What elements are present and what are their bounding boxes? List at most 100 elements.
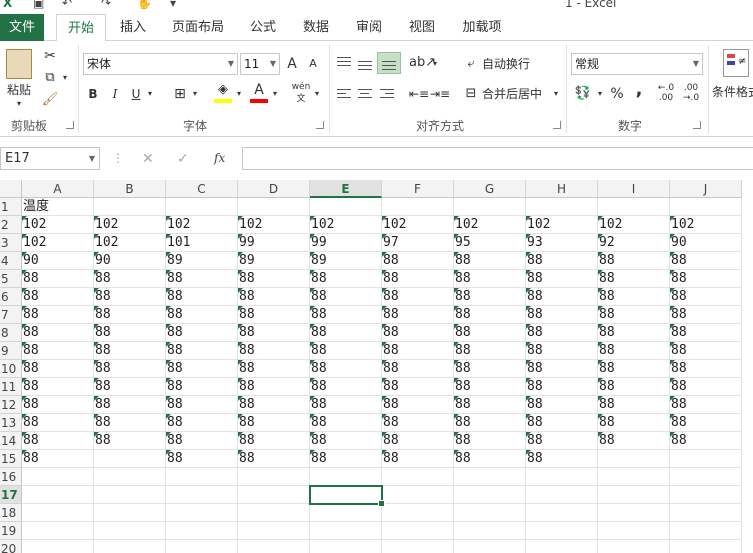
cell-e4[interactable]: 89 bbox=[310, 252, 382, 270]
cell-d5[interactable]: 88 bbox=[238, 270, 310, 288]
cell-h5[interactable]: 88 bbox=[526, 270, 598, 288]
cell-h1[interactable] bbox=[526, 198, 598, 216]
merge-center-icon[interactable]: ⊟ bbox=[462, 83, 480, 105]
row-header-6[interactable]: 6 bbox=[0, 288, 22, 306]
column-header-a[interactable]: A bbox=[22, 180, 94, 198]
cell-e3[interactable]: 99 bbox=[310, 234, 382, 252]
row-header-20[interactable]: 20 bbox=[0, 540, 22, 553]
cell-c8[interactable]: 88 bbox=[166, 324, 238, 342]
cell-j16[interactable] bbox=[670, 468, 742, 486]
increase-decimal-icon[interactable]: ←.0.00 bbox=[655, 83, 677, 105]
cell-e13[interactable]: 88 bbox=[310, 414, 382, 432]
cell-a1[interactable]: 温度 bbox=[22, 198, 94, 216]
cell-d13[interactable]: 88 bbox=[238, 414, 310, 432]
cell-a11[interactable]: 88 bbox=[22, 378, 94, 396]
cell-a17[interactable] bbox=[22, 486, 94, 504]
cell-d7[interactable]: 88 bbox=[238, 306, 310, 324]
align-right-icon[interactable] bbox=[380, 89, 394, 101]
cell-h4[interactable]: 88 bbox=[526, 252, 598, 270]
merge-center-button[interactable]: 合并后居中 bbox=[482, 83, 550, 105]
merge-dropdown-icon[interactable]: ▾ bbox=[551, 83, 561, 105]
fill-color-icon[interactable]: ◈ bbox=[214, 81, 232, 103]
wrap-text-icon[interactable]: ⤶ bbox=[462, 53, 480, 75]
cell-g13[interactable]: 88 bbox=[454, 414, 526, 432]
cell-b17[interactable] bbox=[94, 486, 166, 504]
cell-g15[interactable]: 88 bbox=[454, 450, 526, 468]
cell-b16[interactable] bbox=[94, 468, 166, 486]
borders-icon[interactable]: ⊞ bbox=[172, 83, 188, 105]
cell-h2[interactable]: 102 bbox=[526, 216, 598, 234]
cell-j2[interactable]: 102 bbox=[670, 216, 742, 234]
cell-f4[interactable]: 88 bbox=[382, 252, 454, 270]
name-box[interactable]: E17 ▼ bbox=[0, 147, 100, 170]
cell-d3[interactable]: 99 bbox=[238, 234, 310, 252]
italic-button[interactable]: I bbox=[107, 83, 123, 105]
cell-b6[interactable]: 88 bbox=[94, 288, 166, 306]
bottom-align-button[interactable] bbox=[377, 52, 401, 74]
cell-d12[interactable]: 88 bbox=[238, 396, 310, 414]
align-left-icon[interactable] bbox=[337, 89, 351, 101]
cell-a16[interactable] bbox=[22, 468, 94, 486]
formula-bar-grip-icon[interactable]: ⋮ bbox=[112, 151, 124, 165]
row-header-2[interactable]: 2 bbox=[0, 216, 22, 234]
cell-g8[interactable]: 88 bbox=[454, 324, 526, 342]
row-header-19[interactable]: 19 bbox=[0, 522, 22, 540]
cell-h16[interactable] bbox=[526, 468, 598, 486]
cell-f13[interactable]: 88 bbox=[382, 414, 454, 432]
cell-i10[interactable]: 88 bbox=[598, 360, 670, 378]
save-icon[interactable]: ▣ bbox=[33, 0, 44, 10]
column-header-g[interactable]: G bbox=[454, 180, 526, 198]
cell-g2[interactable]: 102 bbox=[454, 216, 526, 234]
number-launcher-icon[interactable] bbox=[693, 121, 701, 129]
font-name-combo[interactable]: 宋体 ▼ bbox=[83, 53, 238, 75]
phonetic-dropdown-icon[interactable]: ▾ bbox=[312, 83, 322, 105]
cell-a2[interactable]: 102 bbox=[22, 216, 94, 234]
cell-d15[interactable]: 88 bbox=[238, 450, 310, 468]
cell-a3[interactable]: 102 bbox=[22, 234, 94, 252]
cell-e12[interactable]: 88 bbox=[310, 396, 382, 414]
increase-indent-icon[interactable]: ⇥≡ bbox=[430, 83, 450, 105]
cell-e8[interactable]: 88 bbox=[310, 324, 382, 342]
font-color-icon[interactable]: A bbox=[250, 81, 268, 103]
cell-h9[interactable]: 88 bbox=[526, 342, 598, 360]
cell-g4[interactable]: 88 bbox=[454, 252, 526, 270]
accounting-format-icon[interactable]: 💱 bbox=[573, 83, 593, 105]
cell-a9[interactable]: 88 bbox=[22, 342, 94, 360]
cell-a4[interactable]: 90 bbox=[22, 252, 94, 270]
cell-d8[interactable]: 88 bbox=[238, 324, 310, 342]
cell-e15[interactable]: 88 bbox=[310, 450, 382, 468]
cell-j17[interactable] bbox=[670, 486, 742, 504]
cell-i7[interactable]: 88 bbox=[598, 306, 670, 324]
cell-g20[interactable] bbox=[454, 540, 526, 553]
cell-j1[interactable] bbox=[670, 198, 742, 216]
cell-h20[interactable] bbox=[526, 540, 598, 553]
copy-dropdown-icon[interactable]: ▾ bbox=[60, 67, 70, 89]
cell-g6[interactable]: 88 bbox=[454, 288, 526, 306]
cell-f14[interactable]: 88 bbox=[382, 432, 454, 450]
cell-i6[interactable]: 88 bbox=[598, 288, 670, 306]
cell-a12[interactable]: 88 bbox=[22, 396, 94, 414]
cell-f12[interactable]: 88 bbox=[382, 396, 454, 414]
cell-g10[interactable]: 88 bbox=[454, 360, 526, 378]
cell-g16[interactable] bbox=[454, 468, 526, 486]
row-header-8[interactable]: 8 bbox=[0, 324, 22, 342]
row-header-10[interactable]: 10 bbox=[0, 360, 22, 378]
cell-j19[interactable] bbox=[670, 522, 742, 540]
cell-f8[interactable]: 88 bbox=[382, 324, 454, 342]
cell-e11[interactable]: 88 bbox=[310, 378, 382, 396]
column-header-j[interactable]: J bbox=[670, 180, 742, 198]
cell-e5[interactable]: 88 bbox=[310, 270, 382, 288]
cell-c10[interactable]: 88 bbox=[166, 360, 238, 378]
cell-h6[interactable]: 88 bbox=[526, 288, 598, 306]
cell-h8[interactable]: 88 bbox=[526, 324, 598, 342]
shrink-font-button[interactable]: A bbox=[305, 53, 321, 75]
tab-formulas[interactable]: 公式 bbox=[240, 14, 286, 41]
cell-g11[interactable]: 88 bbox=[454, 378, 526, 396]
cell-i18[interactable] bbox=[598, 504, 670, 522]
cell-a7[interactable]: 88 bbox=[22, 306, 94, 324]
cell-e9[interactable]: 88 bbox=[310, 342, 382, 360]
tab-home[interactable]: 开始 bbox=[56, 14, 106, 42]
redo-icon[interactable]: ↷ bbox=[101, 0, 111, 10]
cell-d6[interactable]: 88 bbox=[238, 288, 310, 306]
row-header-1[interactable]: 1 bbox=[0, 198, 22, 216]
